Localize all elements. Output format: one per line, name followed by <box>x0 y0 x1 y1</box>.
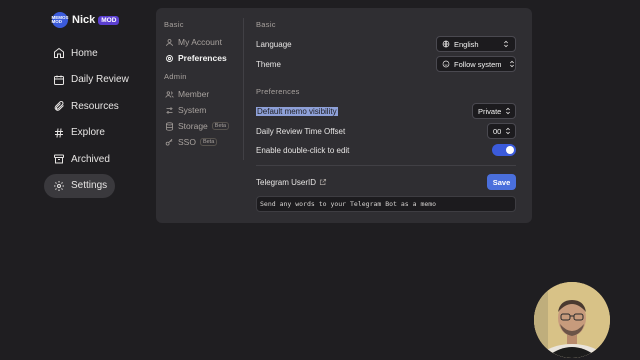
telegram-userid-input[interactable]: Send any words to your Telegram Bot as a… <box>256 196 516 212</box>
users-icon <box>165 90 174 98</box>
settings-item-my-account[interactable]: My Account <box>164 34 244 50</box>
nav-label: Resources <box>71 100 119 112</box>
nav-label: Daily Review <box>71 74 129 86</box>
settings-item-label: SSO <box>178 137 196 147</box>
chevron-updown-icon <box>506 107 511 115</box>
nav-label: Archived <box>71 153 110 165</box>
chevron-updown-icon <box>509 60 514 68</box>
language-label: Language <box>256 39 292 49</box>
user-icon <box>166 38 173 46</box>
globe-icon <box>442 40 450 48</box>
presenter-portrait <box>534 282 610 358</box>
webcam-overlay <box>534 282 610 358</box>
settings-item-member[interactable]: Member <box>164 86 244 102</box>
settings-item-storage[interactable]: Storage Beta <box>164 118 244 134</box>
nav-label: Explore <box>71 127 105 139</box>
settings-panel: Basic My Account Preferences Admin Membe… <box>156 8 532 223</box>
user-name: Nick <box>72 14 96 26</box>
mod-badge: MOD <box>98 15 120 25</box>
settings-item-system[interactable]: System <box>164 102 244 118</box>
review-offset-value: 00 <box>493 126 502 136</box>
double-click-row: Enable double-click to edit <box>256 141 516 159</box>
hash-icon <box>55 128 63 138</box>
review-offset-select[interactable]: 00 <box>487 123 516 139</box>
save-button[interactable]: Save <box>487 174 516 190</box>
section-divider <box>256 165 516 166</box>
settings-item-label: System <box>178 105 207 115</box>
settings-item-label: Member <box>178 89 210 99</box>
language-select[interactable]: English <box>436 36 516 52</box>
key-icon <box>165 138 173 145</box>
sliders-icon <box>166 107 173 113</box>
gear-icon <box>166 54 173 62</box>
theme-row: Theme Follow system <box>256 54 516 74</box>
visibility-label: Default memo visibility <box>256 106 338 116</box>
language-row: Language English <box>256 34 516 54</box>
beta-badge: Beta <box>211 122 230 130</box>
basic-heading: Basic <box>256 20 276 29</box>
settings-item-preferences[interactable]: Preferences <box>164 50 244 66</box>
review-offset-row: Daily Review Time Offset 00 <box>256 121 516 141</box>
preferences-heading: Preferences <box>256 87 300 96</box>
nav-label: Settings <box>71 180 108 192</box>
paperclip-icon <box>54 101 64 111</box>
nav-item-home[interactable]: Home <box>44 41 114 65</box>
telegram-input-wrap: Send any words to your Telegram Bot as a… <box>256 196 516 212</box>
telegram-label-group: Telegram UserID <box>256 178 327 187</box>
preferences-content: Basic Language English Theme Follow syst… <box>256 20 516 212</box>
smile-icon <box>442 60 450 68</box>
database-icon <box>166 121 173 131</box>
telegram-row: Telegram UserID Save <box>256 172 516 192</box>
settings-item-label: Preferences <box>178 53 227 63</box>
external-link-icon[interactable] <box>319 178 327 186</box>
settings-item-sso[interactable]: SSO Beta <box>164 134 244 150</box>
visibility-row: Default memo visibility Private <box>256 101 516 121</box>
chevron-updown-icon <box>504 40 508 48</box>
main-navigation: MEMOS MOD Nick MOD Home Daily Review Res… <box>44 8 164 201</box>
visibility-value: Private <box>478 106 502 116</box>
nav-item-daily-review[interactable]: Daily Review <box>44 68 164 92</box>
basic-section-heading: Basic <box>164 20 184 29</box>
gear-icon <box>54 180 64 191</box>
archive-icon <box>54 154 64 164</box>
nav-item-resources[interactable]: Resources <box>44 94 164 118</box>
double-click-toggle[interactable] <box>492 144 516 156</box>
toggle-knob <box>506 146 514 154</box>
home-icon <box>54 47 64 58</box>
user-brand[interactable]: MEMOS MOD Nick MOD <box>52 8 164 32</box>
nav-item-explore[interactable]: Explore <box>44 121 114 145</box>
theme-label: Theme <box>256 59 281 69</box>
telegram-label: Telegram UserID <box>256 177 317 187</box>
theme-select[interactable]: Follow system <box>436 56 516 72</box>
memos-logo: MEMOS MOD <box>52 12 69 28</box>
admin-section-heading: Admin <box>164 72 187 81</box>
panel-divider <box>243 18 244 160</box>
nav-item-settings[interactable]: Settings <box>44 173 115 198</box>
settings-item-label: My Account <box>178 37 222 47</box>
language-value: English <box>454 39 479 49</box>
calendar-icon <box>54 75 64 85</box>
beta-badge: Beta <box>199 138 218 146</box>
settings-item-label: Storage <box>178 121 208 131</box>
nav-item-archived[interactable]: Archived <box>44 147 114 171</box>
double-click-label: Enable double-click to edit <box>256 145 350 155</box>
theme-value: Follow system <box>454 59 502 69</box>
visibility-select[interactable]: Private <box>472 103 516 119</box>
nav-label: Home <box>71 47 98 59</box>
settings-sidebar: Basic My Account Preferences Admin Membe… <box>164 20 244 150</box>
review-offset-label: Daily Review Time Offset <box>256 126 346 136</box>
chevron-updown-icon <box>506 127 511 135</box>
